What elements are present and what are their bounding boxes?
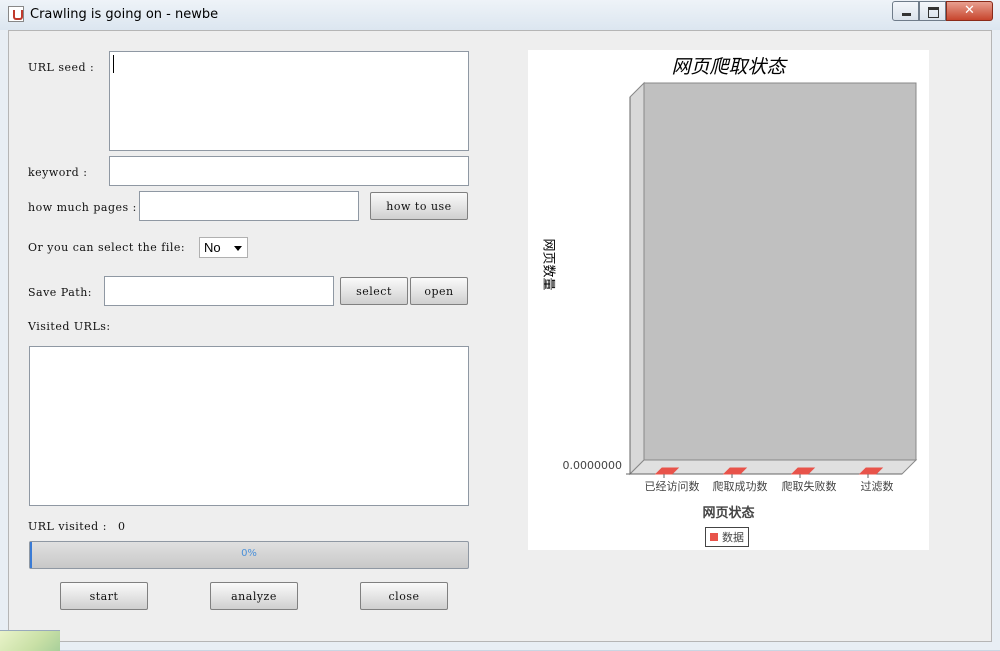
close-button[interactable]: close (360, 582, 448, 610)
chart-x-axis-label: 网页状态 (702, 506, 755, 521)
text-caret (113, 55, 114, 73)
how-to-use-button[interactable]: how to use (370, 192, 468, 220)
pages-input[interactable] (139, 191, 359, 221)
chevron-down-icon (234, 246, 242, 251)
pages-label: how much pages : (28, 201, 137, 214)
start-button[interactable]: start (60, 582, 148, 610)
close-icon: ✕ (964, 3, 975, 18)
visited-urls-label: Visited URLs: (28, 320, 111, 333)
url-seed-label: URL seed : (28, 61, 95, 74)
crawl-status-chart: 网页爬取状态 网页数量 0.0000000 已经访问数 爬取成功数 爬取失败数 … (528, 50, 929, 550)
chart-plot-svg (626, 81, 918, 478)
url-visited-label: URL visited : (28, 520, 107, 533)
minimize-button[interactable] (892, 1, 919, 21)
save-path-input[interactable] (104, 276, 334, 306)
main-panel: URL seed : keyword : how much pages : ho… (8, 30, 992, 642)
visited-urls-textarea[interactable] (29, 346, 469, 506)
close-window-button[interactable]: ✕ (946, 1, 993, 21)
progress-text: 0% (241, 548, 257, 559)
plot-side-wall (629, 81, 645, 476)
category-label-visited: 已经访问数 (644, 480, 700, 493)
category-label-success: 爬取成功数 (712, 480, 768, 493)
desktop-corner (0, 630, 60, 651)
plot-background (643, 82, 917, 461)
keyword-label: keyword : (28, 166, 88, 179)
y-tick-label: 0.0000000 (562, 459, 623, 472)
select-button[interactable]: select (340, 277, 408, 305)
category-label-filtered: 过滤数 (860, 480, 894, 493)
open-button[interactable]: open (410, 277, 468, 305)
url-seed-textarea[interactable] (109, 51, 469, 151)
java-app-icon (8, 6, 24, 22)
legend-swatch (710, 533, 718, 541)
select-file-label: Or you can select the file: (28, 241, 186, 254)
legend-series-name: 数据 (722, 531, 744, 544)
app-window: Crawling is going on - newbe ✕ URL seed … (0, 0, 1000, 650)
save-path-label: Save Path: (28, 286, 92, 299)
select-file-value: No (204, 240, 221, 255)
category-label-failed: 爬取失败数 (781, 480, 837, 493)
url-visited-count: 0 (118, 520, 126, 533)
maximize-button[interactable] (919, 1, 946, 21)
analyze-button[interactable]: analyze (210, 582, 298, 610)
chart-legend: 数据 (705, 527, 749, 547)
select-file-combobox[interactable]: No (199, 237, 248, 258)
title-bar[interactable]: Crawling is going on - newbe ✕ (0, 0, 1000, 30)
crawl-progress-bar: 0% (29, 541, 469, 569)
window-title: Crawling is going on - newbe (30, 7, 219, 22)
keyword-input[interactable] (109, 156, 469, 186)
